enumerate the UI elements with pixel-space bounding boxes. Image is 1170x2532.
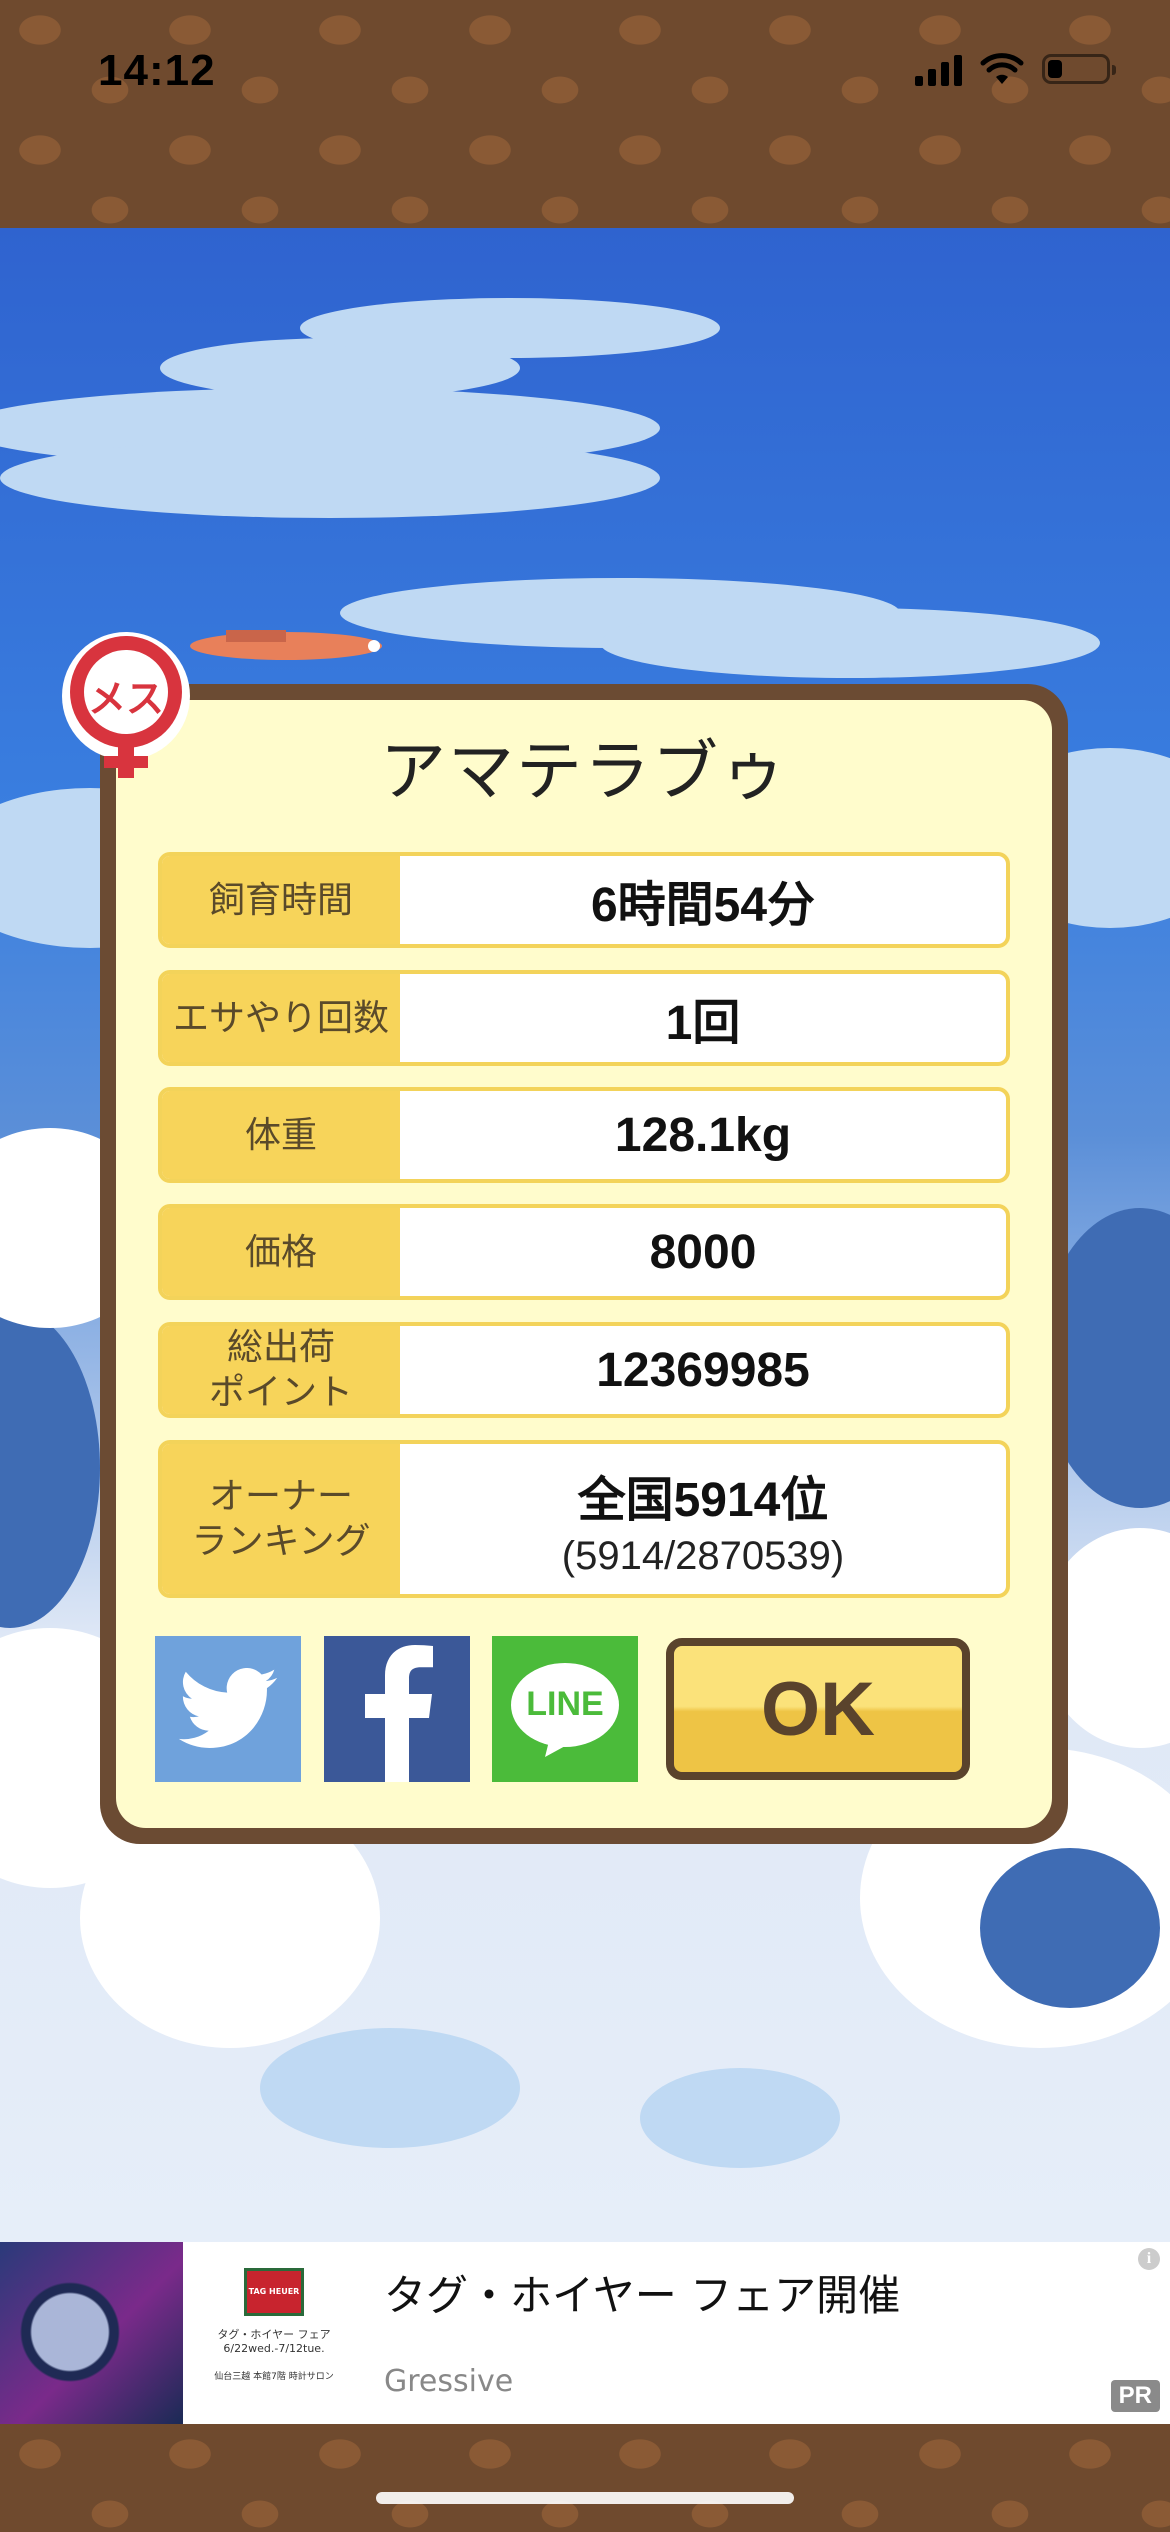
stat-value: 6時間54分: [590, 879, 816, 932]
airship-icon: [190, 630, 382, 660]
ad-creative[interactable]: TAG HEUER タグ・ホイヤー フェア 6/22wed.-7/12tue. …: [184, 2242, 364, 2424]
ad-banner[interactable]: TAG HEUER タグ・ホイヤー フェア 6/22wed.-7/12tue. …: [0, 2242, 1170, 2424]
stat-row-owner-ranking: オーナー ランキング 全国5914位 (5914/2870539): [158, 1440, 1010, 1598]
wifi-icon: [980, 53, 1024, 84]
stat-label: 飼育時間: [162, 856, 400, 944]
ad-advertiser: Gressive: [384, 2364, 514, 2399]
stat-label: 総出荷 ポイント: [162, 1326, 400, 1414]
line-label: LINE: [526, 1684, 604, 1723]
stat-label: 体重: [162, 1091, 400, 1179]
status-icons: [915, 52, 1116, 86]
twitter-bird-icon: [178, 1668, 278, 1748]
stat-row-price: 価格 8000: [158, 1204, 1010, 1300]
female-badge-label: メス: [87, 677, 164, 721]
stat-label: オーナー ランキング: [162, 1444, 400, 1594]
stat-row-feed-count: エサやり回数 1回: [158, 970, 1010, 1066]
ad-watch-image[interactable]: [0, 2242, 183, 2424]
ad-dates: 6/22wed.-7/12tue.: [223, 2342, 325, 2355]
tag-heuer-logo: TAG HEUER: [244, 2268, 304, 2316]
facebook-share-button[interactable]: [324, 1636, 470, 1782]
stat-value: 12369985: [596, 1343, 810, 1397]
stat-value: 1回: [665, 997, 741, 1050]
cellular-signal-icon: [915, 52, 962, 86]
stat-row-breeding-time: 飼育時間 6時間54分: [158, 852, 1010, 948]
background-pattern-bottom: [0, 2424, 1170, 2532]
status-time: 14:12: [98, 46, 216, 95]
ad-info-icon[interactable]: i: [1138, 2248, 1160, 2270]
stat-value: 8000: [649, 1225, 757, 1279]
ad-pr-badge: PR: [1110, 2380, 1160, 2412]
stat-value: 全国5914位: [577, 1473, 829, 1527]
stat-row-weight: 体重 128.1kg: [158, 1087, 1010, 1183]
stat-label: エサやり回数: [162, 974, 400, 1062]
stat-value-group: 全国5914位 (5914/2870539): [400, 1444, 1006, 1594]
pet-name: アマテラブゥ: [380, 733, 788, 810]
status-bar: 14:12: [0, 0, 1170, 140]
stat-label: 価格: [162, 1208, 400, 1296]
battery-icon: [1042, 54, 1116, 84]
ad-fair-line: タグ・ホイヤー フェア: [217, 2328, 331, 2341]
home-indicator[interactable]: [376, 2492, 794, 2504]
stat-subvalue: (5914/2870539): [561, 1533, 845, 1578]
ad-title[interactable]: タグ・ホイヤー フェア開催: [384, 2262, 900, 2323]
ok-button[interactable]: OK: [666, 1638, 970, 1780]
ad-venue: 仙台三越 本館7階 時計サロン: [214, 2372, 334, 2382]
stat-row-shipping-points: 総出荷 ポイント 12369985: [158, 1322, 1010, 1418]
twitter-share-button[interactable]: [155, 1636, 301, 1782]
facebook-f-icon: [365, 1645, 433, 1782]
line-share-button[interactable]: LINE: [492, 1636, 638, 1782]
stat-value: 128.1kg: [614, 1108, 792, 1162]
